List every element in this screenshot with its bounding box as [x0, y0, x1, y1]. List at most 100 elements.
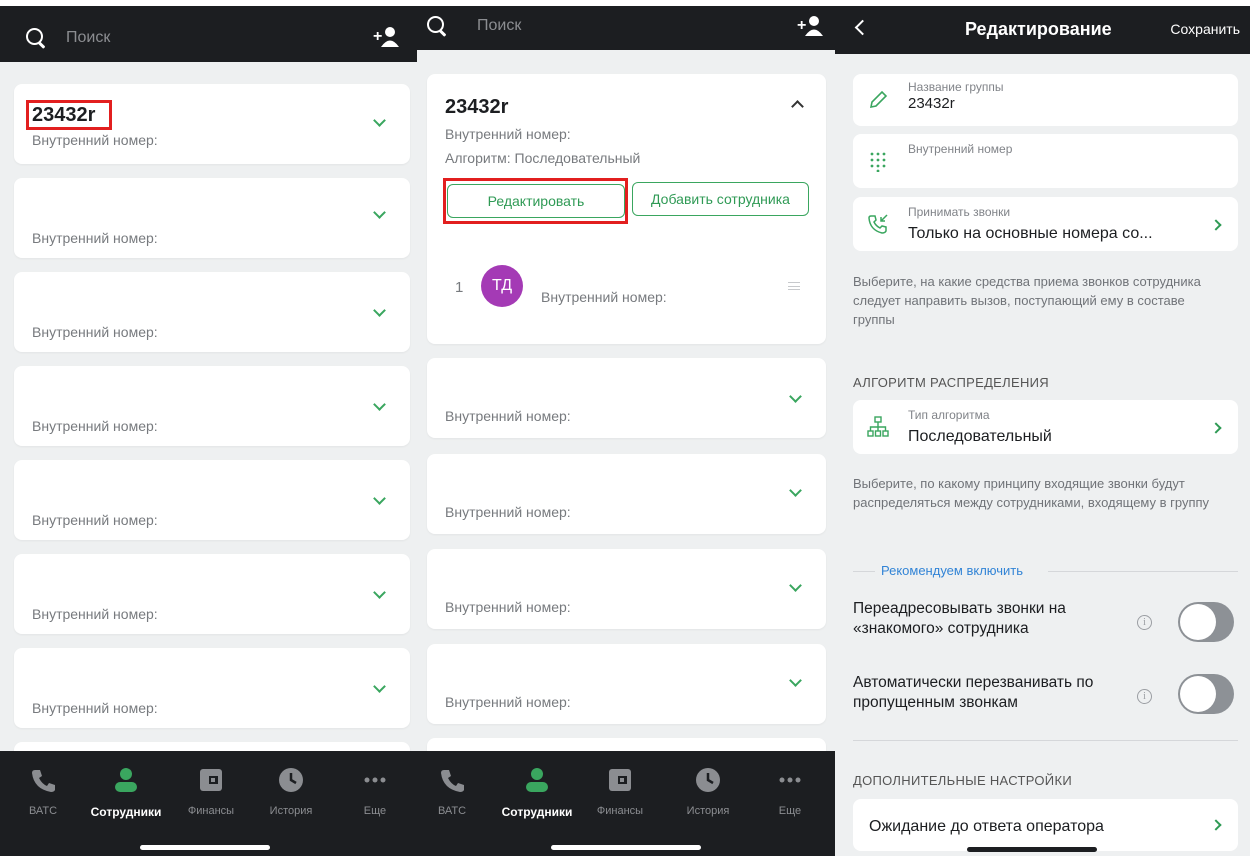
chevron-down-icon[interactable] — [789, 484, 802, 497]
algorithm-type-value: Последовательный — [908, 428, 1052, 445]
tab-history[interactable]: История — [256, 767, 326, 817]
highlight-box — [26, 100, 112, 130]
add-user-icon[interactable]: + — [373, 26, 399, 48]
chevron-right-icon[interactable] — [1210, 819, 1222, 831]
add-user-icon[interactable]: + — [797, 15, 823, 37]
auto-callback-toggle[interactable] — [1178, 674, 1234, 714]
chevron-down-icon[interactable] — [373, 492, 386, 505]
tab-vats[interactable]: ВАТС — [417, 767, 487, 817]
divider — [1048, 571, 1238, 572]
tab-label: Еще — [363, 805, 387, 817]
svg-text:+: + — [373, 28, 382, 45]
chevron-right-icon[interactable] — [1210, 422, 1222, 434]
more-icon — [779, 777, 801, 783]
group-card[interactable]: Внутренний номер: — [14, 366, 410, 446]
tab-label: Сотрудники — [90, 805, 162, 819]
divider — [853, 571, 875, 572]
accept-calls-field[interactable]: Принимать звонки Только на основные номе… — [853, 197, 1238, 251]
tab-employees[interactable]: Сотрудники — [82, 767, 170, 819]
chevron-down-icon[interactable] — [373, 398, 386, 411]
clock-icon — [279, 768, 303, 792]
chevron-up-icon[interactable] — [791, 100, 804, 113]
group-card[interactable]: Внутренний номер: — [14, 554, 410, 634]
internal-number-label: Внутренний номер: — [32, 324, 158, 340]
group-card[interactable]: Внутренний номер: — [427, 454, 826, 534]
internal-number-label: Внутренний номер: — [445, 408, 571, 424]
internal-number-field[interactable]: Внутренний номер — [853, 134, 1238, 188]
svg-text:+: + — [797, 17, 806, 34]
chevron-down-icon[interactable] — [373, 304, 386, 317]
search-icon[interactable] — [26, 28, 43, 45]
phone-icon — [32, 770, 55, 792]
tab-label: ВАТС — [28, 805, 58, 817]
group-card[interactable]: Внутренний номер: — [14, 648, 410, 728]
forward-calls-toggle[interactable] — [1178, 602, 1234, 642]
tab-label: ВАТС — [437, 805, 467, 817]
highlight-box — [443, 178, 628, 224]
edit-group-screen: Редактирование Сохранить Название группы… — [835, 6, 1250, 856]
chevron-right-icon[interactable] — [1210, 219, 1222, 231]
tab-finance[interactable]: Финансы — [585, 767, 655, 817]
group-name-field[interactable]: Название группы 23432r — [853, 74, 1238, 126]
search-input[interactable]: Поиск — [66, 29, 110, 47]
group-card[interactable]: Внутренний номер: — [14, 460, 410, 540]
groups-list-screen: Поиск + 23432r Внутренний номер: Внутрен… — [0, 6, 417, 856]
group-card[interactable]: Внутренний номер: — [427, 549, 826, 629]
internal-number-label: Внутренний номер: — [541, 289, 667, 305]
save-button[interactable]: Сохранить — [1170, 21, 1240, 37]
chevron-down-icon[interactable] — [789, 390, 802, 403]
wallet-icon — [609, 769, 631, 791]
expanded-group-screen: Поиск + 23432r Внутренний номер: Алгорит… — [417, 6, 835, 856]
clock-icon — [696, 768, 720, 792]
chevron-down-icon[interactable] — [373, 680, 386, 693]
search-icon[interactable] — [427, 16, 444, 33]
tab-more[interactable]: Еще — [340, 767, 410, 817]
wait-setting-row[interactable]: Ожидание до ответа оператора — [853, 799, 1238, 851]
accept-calls-label: Принимать звонки — [908, 205, 1011, 219]
chevron-down-icon[interactable] — [789, 674, 802, 687]
incoming-call-icon — [868, 214, 888, 234]
tab-history[interactable]: История — [673, 767, 743, 817]
avatar: ТД — [481, 265, 523, 307]
drag-handle-icon[interactable] — [788, 282, 800, 290]
internal-number-label: Внутренний номер: — [32, 132, 158, 148]
chevron-down-icon[interactable] — [373, 206, 386, 219]
internal-number-label: Внутренний номер: — [32, 606, 158, 622]
tab-finance[interactable]: Финансы — [176, 767, 246, 817]
internal-number-label: Внутренний номер: — [445, 599, 571, 615]
group-card[interactable]: Внутренний номер: — [427, 358, 826, 438]
info-icon[interactable]: i — [1137, 615, 1152, 630]
tab-more[interactable]: Еще — [755, 767, 825, 817]
tab-label: Финансы — [596, 805, 644, 817]
tab-vats[interactable]: ВАТС — [8, 767, 78, 817]
chevron-down-icon[interactable] — [789, 579, 802, 592]
edit-header: Редактирование Сохранить — [835, 6, 1250, 54]
tab-employees[interactable]: Сотрудники — [493, 767, 581, 819]
auto-callback-label: Автоматически перезванивать по пропущенн… — [853, 674, 1094, 711]
chevron-down-icon[interactable] — [373, 114, 386, 127]
wallet-icon — [200, 769, 222, 791]
algorithm-section-title: АЛГОРИТМ РАСПРЕДЕЛЕНИЯ — [853, 375, 1049, 390]
chevron-down-icon[interactable] — [373, 586, 386, 599]
group-name-label: Название группы — [908, 80, 1004, 94]
info-icon[interactable]: i — [1137, 689, 1152, 704]
add-employee-button[interactable]: Добавить сотрудника — [632, 182, 809, 216]
group-card[interactable]: Внутренний номер: — [427, 644, 826, 724]
group-card[interactable]: Внутренний номер: — [14, 272, 410, 352]
tab-label: Сотрудники — [501, 805, 573, 819]
internal-number-label: Внутренний номер — [908, 142, 1013, 156]
group-name-value[interactable]: 23432r — [908, 95, 955, 112]
dialpad-icon — [870, 152, 886, 172]
algorithm-type-field[interactable]: Тип алгоритма Последовательный — [853, 400, 1238, 454]
person-icon — [115, 768, 137, 792]
internal-number-label: Внутренний номер: — [445, 126, 571, 142]
group-name: 23432r — [445, 96, 509, 118]
group-card[interactable]: Внутренний номер: — [14, 178, 410, 258]
back-icon[interactable] — [854, 19, 871, 36]
accept-calls-hint: Выберите, на какие средства приема звонк… — [853, 274, 1201, 327]
home-indicator — [967, 847, 1097, 852]
bottom-tab-bar: ВАТС Сотрудники Финансы История Еще — [417, 751, 835, 856]
search-input[interactable]: Поиск — [477, 17, 521, 35]
tab-label: Финансы — [187, 805, 235, 817]
search-header: Поиск + — [417, 6, 835, 50]
